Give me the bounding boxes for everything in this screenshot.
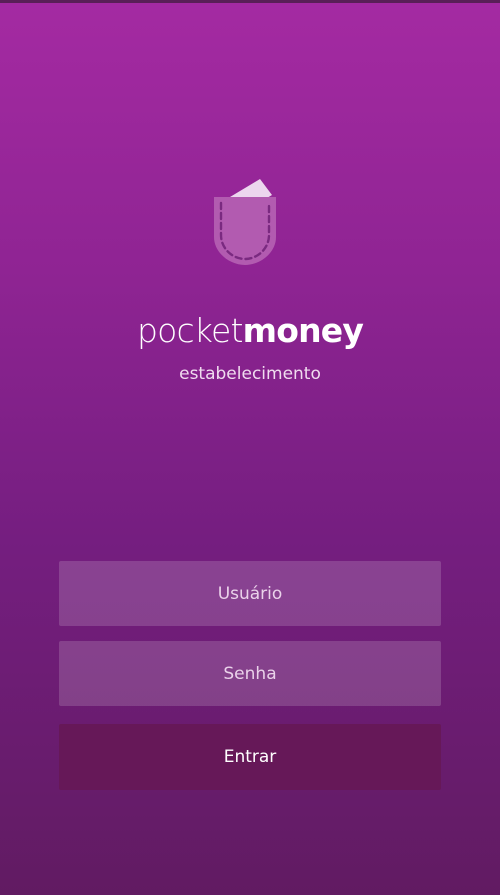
username-input[interactable]	[59, 561, 441, 626]
login-button[interactable]: Entrar	[59, 724, 441, 790]
app-title-bold: money	[242, 311, 364, 350]
pocket-wallet-icon	[212, 175, 280, 271]
app-subtitle: estabelecimento	[179, 364, 321, 384]
login-screen: pocketmoney estabelecimento Entrar	[0, 0, 500, 895]
app-title: pocketmoney	[0, 309, 500, 353]
password-input[interactable]	[59, 641, 441, 706]
app-title-light: pocket	[136, 311, 243, 350]
